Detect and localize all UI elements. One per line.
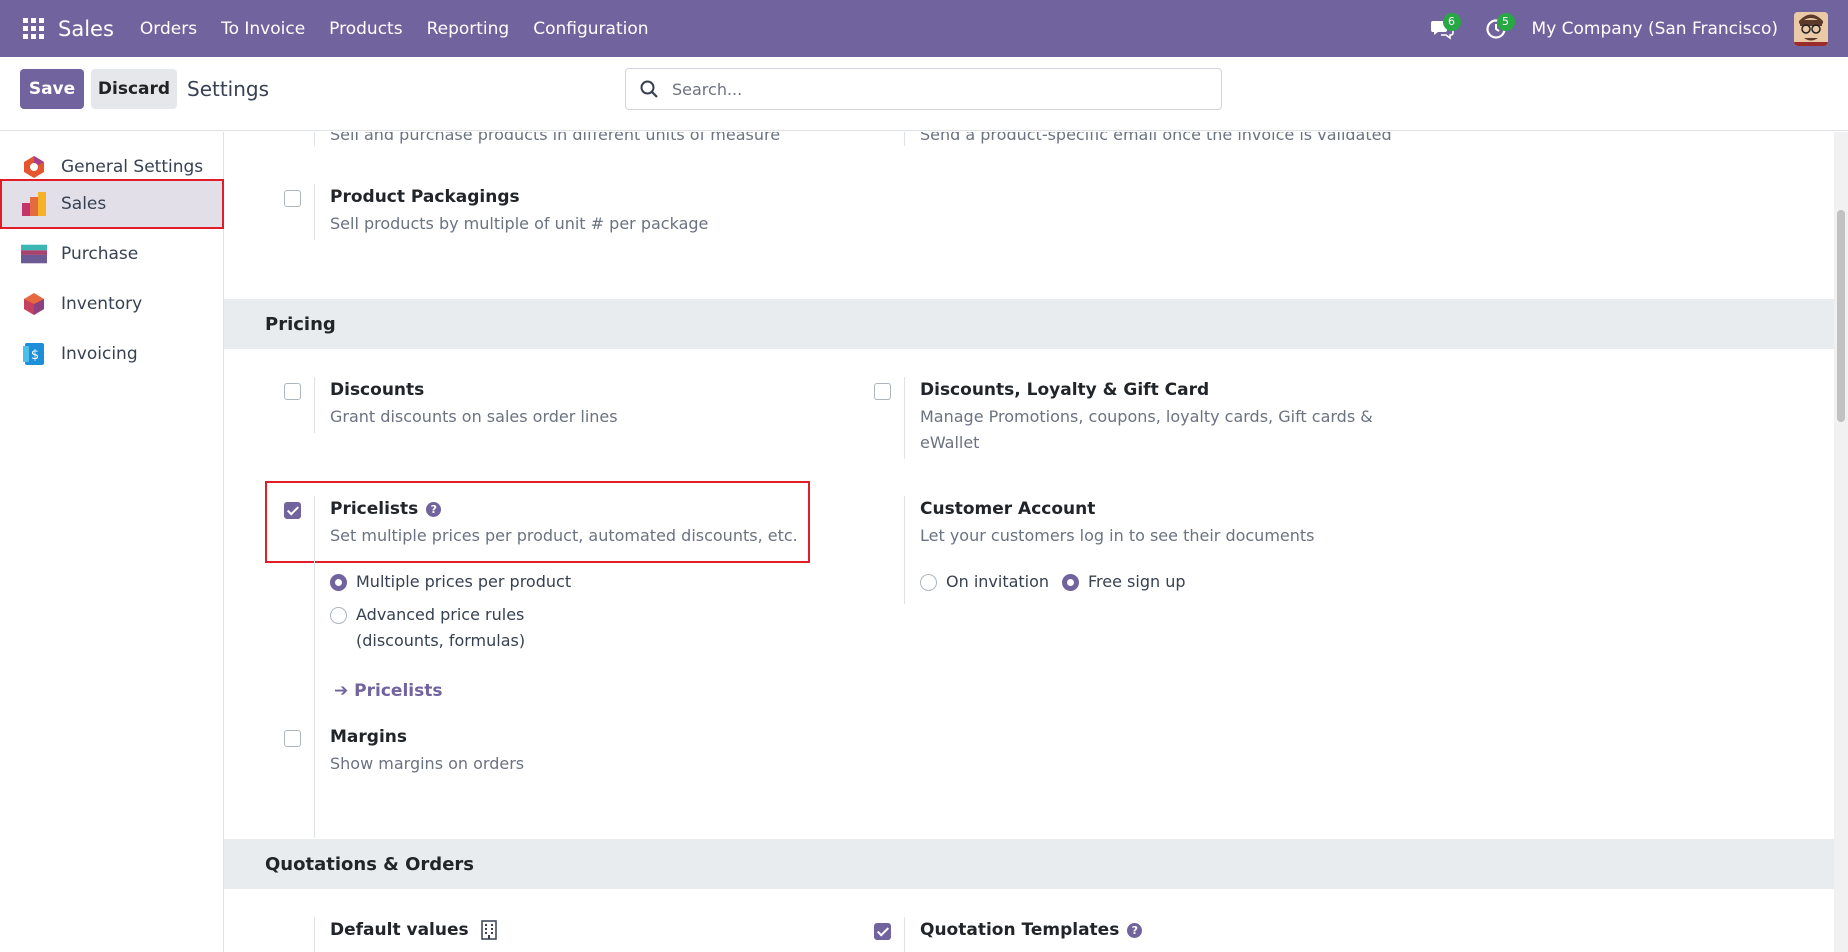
settings-content: Sell and purchase products in different … — [224, 132, 1834, 952]
activities-badge: 5 — [1496, 12, 1515, 31]
avatar-icon — [1794, 11, 1828, 46]
nav-orders[interactable]: Orders — [128, 19, 209, 39]
help-icon[interactable]: ? — [426, 501, 442, 517]
nav-products[interactable]: Products — [317, 19, 414, 39]
default-values-title-text: Default values — [330, 920, 469, 940]
sidebar-item-invoicing[interactable]: $ Invoicing — [0, 329, 224, 379]
loyalty-title: Discounts, Loyalty & Gift Card — [920, 380, 1210, 400]
sidebar-item-label: Invoicing — [61, 344, 138, 364]
product-packagings-checkbox[interactable] — [284, 190, 301, 207]
save-button[interactable]: Save — [20, 69, 84, 109]
discounts-checkbox[interactable] — [284, 383, 301, 400]
discard-button[interactable]: Discard — [91, 69, 177, 109]
margins-description: Show margins on orders — [330, 754, 525, 773]
radio-free-signup-label[interactable]: Free sign up — [1088, 569, 1186, 595]
divider — [904, 496, 905, 604]
loyalty-checkbox[interactable] — [874, 383, 891, 400]
systray: 6 5 My Company (San Francisco) — [1424, 0, 1848, 57]
apps-menu-button[interactable] — [8, 0, 58, 57]
discounts-title: Discounts — [330, 380, 425, 400]
product-packagings-title: Product Packagings — [330, 187, 520, 207]
radio-on-invitation[interactable] — [920, 574, 937, 591]
pricelists-description: Set multiple prices per product, automat… — [330, 526, 798, 545]
svg-text:$: $ — [31, 348, 39, 363]
pricelists-title-text: Pricelists — [330, 499, 419, 519]
search-bar[interactable] — [625, 68, 1222, 110]
uom-description: Sell and purchase products in different … — [330, 132, 781, 144]
scrollbar-thumb[interactable] — [1837, 210, 1845, 422]
quotations-section-header: Quotations & Orders — [224, 839, 1834, 889]
quotations-section-title: Quotations & Orders — [265, 853, 474, 875]
margins-title: Margins — [330, 727, 407, 747]
radio-free-signup[interactable] — [1062, 574, 1079, 591]
nav-to-invoice[interactable]: To Invoice — [209, 19, 317, 39]
inventory-app-icon — [21, 291, 47, 317]
sidebar-item-label: Sales — [61, 194, 107, 214]
radio-multiple-prices-label[interactable]: Multiple prices per product — [356, 569, 571, 595]
divider — [314, 184, 315, 240]
customer-account-title: Customer Account — [920, 499, 1096, 519]
pricing-section-header: Pricing — [224, 299, 1834, 349]
sales-app-icon — [21, 191, 47, 217]
arrow-right-icon: ➔ — [334, 681, 355, 701]
settings-app-icon — [21, 154, 47, 180]
activities-button[interactable]: 5 — [1478, 11, 1515, 47]
page-title: Settings — [187, 77, 270, 101]
invoice-email-description: Send a product-specific email once the i… — [920, 132, 1392, 144]
divider — [314, 377, 315, 433]
sidebar-item-sales[interactable]: Sales — [0, 179, 224, 229]
divider — [904, 377, 905, 459]
search-icon — [640, 80, 658, 98]
search-input[interactable] — [672, 79, 1192, 99]
pricelists-checkbox[interactable] — [284, 502, 301, 519]
customer-account-description: Let your customers log in to see their d… — [920, 526, 1315, 545]
quotation-templates-title-text: Quotation Templates — [920, 920, 1120, 940]
top-navbar: Sales Orders To Invoice Products Reporti… — [0, 0, 1848, 57]
pricelists-title: Pricelists? — [330, 499, 442, 519]
settings-sidebar: General Settings Sales Purchase Inventor… — [0, 132, 224, 952]
radio-advanced-rules-label[interactable]: Advanced price rules — [356, 602, 524, 628]
grid-icon — [22, 18, 44, 39]
loyalty-description-line2: eWallet — [920, 433, 980, 452]
radio-advanced-rules-sublabel: (discounts, formulas) — [356, 631, 526, 650]
loyalty-description-line1: Manage Promotions, coupons, loyalty card… — [920, 407, 1373, 426]
vertical-scrollbar[interactable] — [1834, 132, 1848, 952]
discounts-description: Grant discounts on sales order lines — [330, 407, 618, 426]
divider — [904, 917, 905, 952]
radio-advanced-rules[interactable] — [330, 607, 347, 624]
pricing-section-title: Pricing — [265, 313, 336, 335]
divider — [314, 132, 315, 146]
pricelists-link-label: Pricelists — [354, 681, 443, 701]
default-values-title: Default values — [330, 920, 497, 940]
user-avatar[interactable] — [1794, 11, 1828, 46]
margins-checkbox[interactable] — [284, 730, 301, 747]
invoicing-app-icon: $ — [21, 341, 47, 367]
help-icon[interactable]: ? — [1127, 922, 1143, 938]
quotation-templates-title: Quotation Templates? — [920, 920, 1143, 940]
control-panel: Save Discard Settings — [0, 57, 1848, 131]
nav-reporting[interactable]: Reporting — [415, 19, 522, 39]
quotation-templates-checkbox[interactable] — [874, 923, 891, 940]
pricelists-highlight-box — [265, 481, 810, 563]
divider — [314, 724, 315, 780]
sidebar-item-label: Inventory — [61, 294, 143, 314]
purchase-app-icon — [21, 241, 47, 267]
divider — [314, 917, 315, 952]
radio-multiple-prices[interactable] — [330, 574, 347, 591]
sidebar-item-inventory[interactable]: Inventory — [0, 279, 224, 329]
building-icon — [480, 920, 497, 940]
sidebar-item-label: Purchase — [61, 244, 139, 264]
radio-on-invitation-label[interactable]: On invitation — [946, 569, 1049, 595]
messages-badge: 6 — [1442, 12, 1461, 31]
divider — [314, 496, 315, 838]
app-brand[interactable]: Sales — [58, 17, 114, 41]
nav-configuration[interactable]: Configuration — [521, 19, 660, 39]
sidebar-item-label: General Settings — [61, 157, 204, 177]
pricelists-link[interactable]: ➔ Pricelists — [334, 681, 442, 701]
divider — [904, 132, 905, 146]
product-packagings-description: Sell products by multiple of unit # per … — [330, 214, 709, 233]
messages-button[interactable]: 6 — [1424, 11, 1461, 47]
sidebar-item-purchase[interactable]: Purchase — [0, 229, 224, 279]
company-switcher[interactable]: My Company (San Francisco) — [1532, 19, 1778, 39]
